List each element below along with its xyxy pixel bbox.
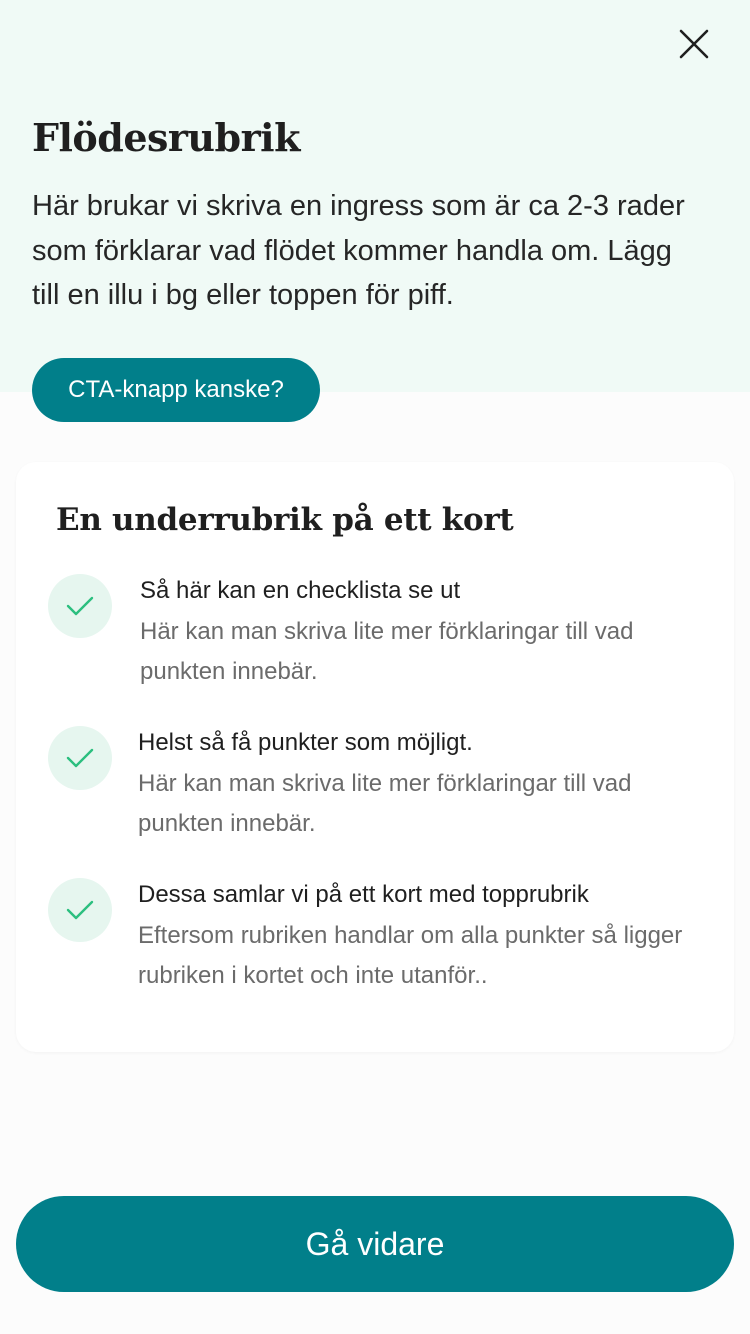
check-icon bbox=[66, 596, 94, 616]
continue-button[interactable]: Gå vidare bbox=[16, 1196, 734, 1292]
close-icon bbox=[679, 29, 709, 59]
checklist-item-title: Dessa samlar vi på ett kort med topprubr… bbox=[138, 881, 589, 908]
check-icon bbox=[66, 900, 94, 920]
cta-button[interactable]: CTA-knapp kanske? bbox=[32, 358, 320, 422]
check-badge bbox=[48, 726, 112, 790]
close-button[interactable] bbox=[670, 20, 718, 68]
checklist-card: En underrubrik på ett kort Så här kan en… bbox=[16, 462, 734, 1052]
checklist-item-description: Här kan man skriva lite mer förklaringar… bbox=[138, 770, 632, 837]
checklist-item-title: Helst så få punkter som möjligt. bbox=[138, 729, 473, 756]
checklist-item-description: Eftersom rubriken handlar om alla punkte… bbox=[138, 922, 683, 989]
check-badge bbox=[48, 574, 112, 638]
page-lead: Här brukar vi skriva en ingress som är c… bbox=[32, 190, 685, 311]
check-badge bbox=[48, 878, 112, 942]
page-title: Flödesrubrik bbox=[32, 115, 300, 160]
checklist-item-title: Så här kan en checklista se ut bbox=[140, 577, 461, 604]
check-icon bbox=[66, 748, 94, 768]
card-title: En underrubrik på ett kort bbox=[56, 502, 514, 538]
checklist-item-description: Här kan man skriva lite mer förklaringar… bbox=[140, 618, 634, 685]
